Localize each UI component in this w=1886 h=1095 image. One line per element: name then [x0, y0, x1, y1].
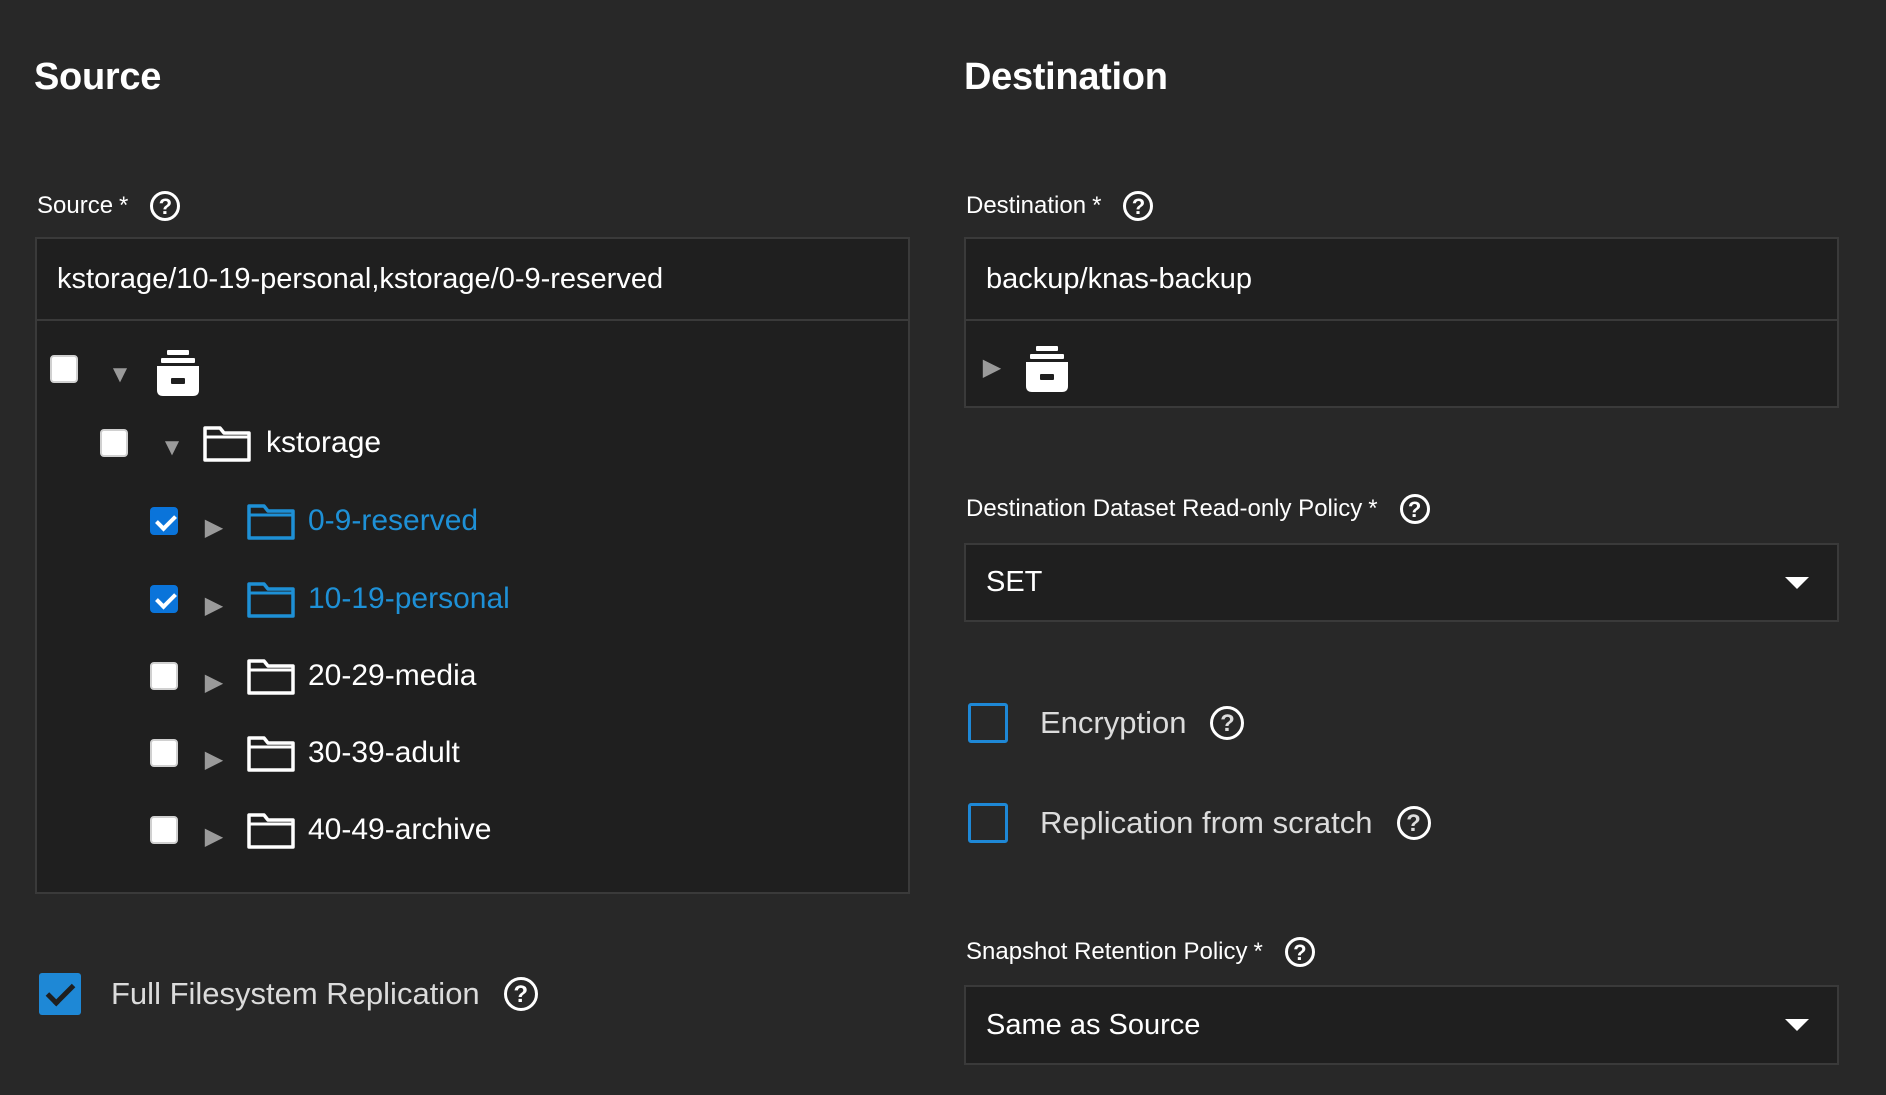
folder-icon — [247, 813, 295, 849]
required-mark: * — [1092, 192, 1102, 219]
collapse-arrow-icon[interactable]: ▶ — [202, 822, 226, 851]
source-label-text: Source — [37, 192, 114, 219]
replication-form: Source Source * ? kstorage/10-19-persona… — [0, 0, 1886, 1095]
folder-icon — [247, 736, 295, 772]
dropdown-caret-icon — [1785, 1019, 1809, 1031]
retention-policy-help-icon[interactable]: ? — [1284, 937, 1315, 967]
tree-node-label: 40-49-archive — [308, 813, 492, 846]
full-filesystem-help-icon[interactable]: ? — [503, 977, 538, 1011]
replication-from-scratch-label: Replication from scratch — [1040, 805, 1373, 840]
tree-node-label: 20-29-media — [308, 659, 477, 692]
kstorage-checkbox[interactable] — [100, 429, 128, 457]
full-filesystem-replication-row[interactable]: Full Filesystem Replication ? — [39, 972, 538, 1016]
destination-input[interactable]: backup/knas-backup — [964, 237, 1839, 321]
readonly-policy-value: SET — [986, 566, 1043, 598]
tree-node-child[interactable]: ▶ 40-49-archive — [150, 800, 491, 860]
destination-field-label: Destination * ? — [966, 186, 1154, 226]
retention-policy-value: Same as Source — [986, 1008, 1201, 1041]
child-checkbox[interactable] — [150, 816, 178, 844]
encryption-label: Encryption — [1040, 705, 1187, 740]
replication-from-scratch-row[interactable]: Replication from scratch ? — [968, 802, 1431, 844]
root-checkbox[interactable] — [50, 355, 78, 383]
pool-icon — [1026, 346, 1068, 392]
child-checkbox[interactable] — [150, 662, 178, 690]
full-filesystem-replication-label: Full Filesystem Replication — [111, 976, 480, 1011]
required-mark: * — [1368, 495, 1378, 522]
tree-node-kstorage[interactable]: ▼ kstorage — [100, 413, 381, 473]
tree-node-child[interactable]: ▶ 30-39-adult — [150, 723, 460, 783]
dropdown-caret-icon — [1785, 576, 1809, 589]
tree-node-label: 0-9-reserved — [308, 504, 479, 537]
replication-from-scratch-checkbox[interactable] — [968, 803, 1008, 843]
tree-root-row: ▼ — [50, 339, 201, 399]
encryption-row[interactable]: Encryption ? — [968, 702, 1245, 744]
readonly-policy-label-text: Destination Dataset Read-only Policy — [966, 495, 1363, 522]
tree-node-child[interactable]: ▶ 0-9-reserved — [150, 491, 478, 551]
tree-node-label: 30-39-adult — [308, 736, 460, 769]
retention-policy-select[interactable]: Same as Source — [964, 985, 1839, 1065]
destination-tree-root-row: ▶ — [980, 335, 1070, 395]
tree-node-child[interactable]: ▶ 20-29-media — [150, 646, 476, 706]
child-checkbox[interactable] — [150, 585, 178, 613]
full-filesystem-replication-checkbox[interactable] — [39, 973, 81, 1015]
folder-icon — [203, 426, 251, 462]
source-tree: ▼ ▼ kstorage ▶ 0-9-reserved ▶ 10-19-pers… — [35, 321, 910, 894]
collapse-arrow-icon[interactable]: ▶ — [202, 513, 226, 542]
collapse-arrow-icon[interactable]: ▶ — [202, 668, 226, 697]
destination-help-icon[interactable]: ? — [1123, 191, 1154, 221]
source-input[interactable]: kstorage/10-19-personal,kstorage/0-9-res… — [35, 237, 910, 321]
readonly-policy-select[interactable]: SET — [964, 543, 1839, 622]
folder-icon — [247, 504, 295, 540]
readonly-policy-label: Destination Dataset Read-only Policy * ? — [966, 489, 1430, 529]
folder-icon — [247, 659, 295, 695]
tree-node-label: kstorage — [266, 426, 382, 459]
destination-heading: Destination — [964, 56, 1168, 98]
folder-icon — [247, 582, 295, 618]
destination-tree: ▶ — [964, 321, 1839, 408]
encryption-checkbox[interactable] — [968, 703, 1008, 743]
expand-arrow-icon[interactable]: ▼ — [108, 361, 132, 389]
required-mark: * — [1253, 938, 1263, 965]
source-field-label: Source * ? — [37, 186, 181, 226]
collapse-arrow-icon[interactable]: ▶ — [980, 353, 1004, 382]
retention-policy-label-text: Snapshot Retention Policy — [966, 938, 1248, 965]
tree-node-label: 10-19-personal — [308, 582, 510, 615]
replication-from-scratch-help-icon[interactable]: ? — [1396, 806, 1431, 840]
collapse-arrow-icon[interactable]: ▶ — [202, 745, 226, 774]
pool-icon — [157, 350, 199, 396]
child-checkbox[interactable] — [150, 507, 178, 535]
retention-policy-label: Snapshot Retention Policy * ? — [966, 932, 1315, 972]
collapse-arrow-icon[interactable]: ▶ — [202, 591, 226, 620]
destination-label-text: Destination — [966, 192, 1087, 219]
child-checkbox[interactable] — [150, 739, 178, 767]
tree-node-child[interactable]: ▶ 10-19-personal — [150, 569, 510, 629]
readonly-policy-help-icon[interactable]: ? — [1399, 494, 1430, 524]
source-heading: Source — [34, 56, 162, 98]
expand-arrow-icon[interactable]: ▼ — [160, 434, 184, 462]
required-mark: * — [119, 192, 129, 219]
source-help-icon[interactable]: ? — [150, 191, 181, 221]
encryption-help-icon[interactable]: ? — [1210, 706, 1245, 740]
